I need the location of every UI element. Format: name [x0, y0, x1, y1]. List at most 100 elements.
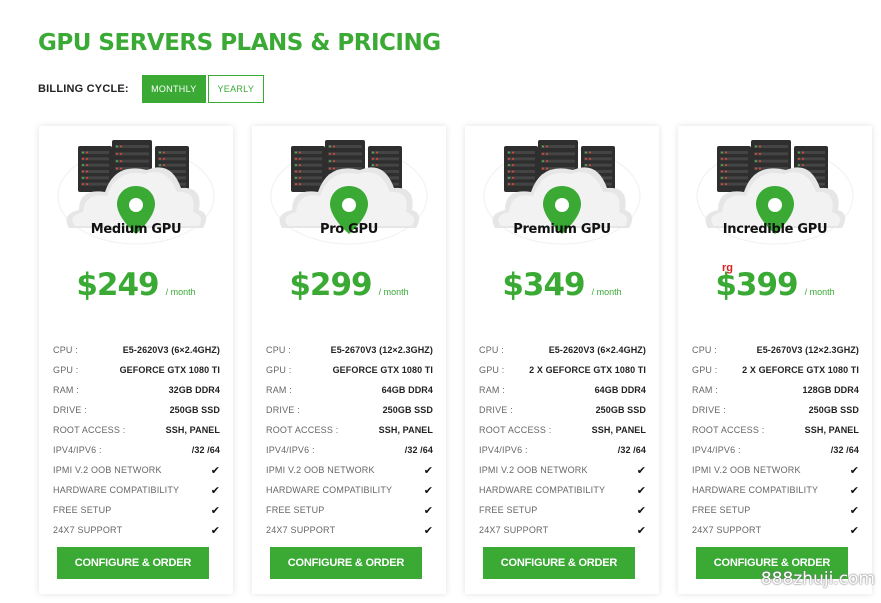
spec-row-gpu: GPU : GEFORCE GTX 1080 TI: [266, 360, 433, 380]
spec-row-hardware-compatibility: HARDWARE COMPATIBILITY ✔: [692, 480, 859, 500]
yearly-button[interactable]: YEARLY: [207, 75, 264, 103]
spec-row-ipv4-ipv6: IPV4/IPV6 : /32 /64: [266, 440, 433, 460]
spec-row-free-setup: FREE SETUP ✔: [266, 500, 433, 520]
spec-row-hardware-compatibility: HARDWARE COMPATIBILITY ✔: [479, 480, 646, 500]
spec-label: GPU :: [53, 365, 79, 375]
spec-label: 24X7 SUPPORT: [53, 525, 123, 535]
plan-card: Pro GPU $299 / month CPU : E5-2670V3 (12…: [252, 126, 446, 594]
checkmark-icon: ✔: [636, 524, 646, 537]
plan-card: Premium GPU $349 / month CPU : E5-2620V3…: [465, 126, 659, 594]
page-title: GPU SERVERS PLANS & PRICING: [38, 30, 441, 56]
spec-value: E5-2670V3 (12×2.3GHZ): [330, 345, 433, 355]
spec-label: IPV4/IPV6 :: [53, 445, 102, 455]
spec-label: IPV4/IPV6 :: [266, 445, 315, 455]
spec-row-ipmi-network: IPMI V.2 OOB NETWORK ✔: [479, 460, 646, 480]
configure-order-button[interactable]: CONFIGURE & ORDER: [57, 547, 209, 579]
spec-row-cpu: CPU : E5-2620V3 (6×2.4GHZ): [479, 340, 646, 360]
spec-value: 250GB SSD: [169, 405, 220, 415]
spec-value: E5-2670V3 (12×2.3GHZ): [756, 345, 859, 355]
spec-row-free-setup: FREE SETUP ✔: [479, 500, 646, 520]
spec-label: FREE SETUP: [692, 505, 751, 515]
spec-label: ROOT ACCESS :: [53, 425, 126, 435]
billing-cycle-label: BILLING CYCLE:: [38, 83, 129, 95]
checkmark-icon: ✔: [423, 504, 433, 517]
spec-row-hardware-compatibility: HARDWARE COMPATIBILITY ✔: [53, 480, 220, 500]
spec-label: 24X7 SUPPORT: [692, 525, 762, 535]
spec-label: IPMI V.2 OOB NETWORK: [266, 465, 375, 475]
billing-cycle-toggle: BILLING CYCLE: MONTHLY YEARLY: [38, 75, 264, 103]
checkmark-icon: ✔: [210, 504, 220, 517]
spec-row-ram: RAM : 128GB DDR4: [692, 380, 859, 400]
plan-card: Incredible GPU $399 / month CPU : E5-267…: [678, 126, 872, 594]
spec-value: /32 /64: [191, 445, 220, 455]
spec-row-cpu: CPU : E5-2670V3 (12×2.3GHZ): [266, 340, 433, 360]
spec-label: IPV4/IPV6 :: [479, 445, 528, 455]
spec-row-root-access: ROOT ACCESS : SSH, PANEL: [479, 420, 646, 440]
spec-label: ROOT ACCESS :: [266, 425, 339, 435]
overlay-mark: rg: [722, 262, 733, 274]
plan-name: Medium GPU: [90, 222, 182, 237]
configure-order-button[interactable]: CONFIGURE & ORDER: [270, 547, 422, 579]
checkmark-icon: ✔: [849, 484, 859, 497]
spec-value: GEFORCE GTX 1080 TI: [119, 365, 220, 375]
spec-label: DRIVE :: [692, 405, 726, 415]
checkmark-icon: ✔: [849, 464, 859, 477]
price-amount: $349: [502, 267, 585, 303]
price: $299 / month: [252, 267, 446, 303]
configure-order-button[interactable]: CONFIGURE & ORDER: [483, 547, 635, 579]
spec-list: CPU : E5-2670V3 (12×2.3GHZ) GPU : 2 X GE…: [692, 340, 859, 540]
checkmark-icon: ✔: [423, 524, 433, 537]
spec-label: IPMI V.2 OOB NETWORK: [53, 465, 162, 475]
spec-row-support: 24X7 SUPPORT ✔: [479, 520, 646, 540]
spec-row-hardware-compatibility: HARDWARE COMPATIBILITY ✔: [266, 480, 433, 500]
checkmark-icon: ✔: [423, 464, 433, 477]
spec-row-ipmi-network: IPMI V.2 OOB NETWORK ✔: [53, 460, 220, 480]
spec-label: 24X7 SUPPORT: [479, 525, 549, 535]
spec-value: 250GB SSD: [382, 405, 433, 415]
checkmark-icon: ✔: [636, 504, 646, 517]
spec-label: GPU :: [692, 365, 718, 375]
spec-row-root-access: ROOT ACCESS : SSH, PANEL: [53, 420, 220, 440]
spec-label: HARDWARE COMPATIBILITY: [692, 485, 819, 495]
spec-label: 24X7 SUPPORT: [266, 525, 336, 535]
spec-label: HARDWARE COMPATIBILITY: [53, 485, 180, 495]
spec-row-ram: RAM : 64GB DDR4: [266, 380, 433, 400]
spec-list: CPU : E5-2620V3 (6×2.4GHZ) GPU : 2 X GEF…: [479, 340, 646, 540]
spec-label: ROOT ACCESS :: [692, 425, 765, 435]
spec-row-ipmi-network: IPMI V.2 OOB NETWORK ✔: [692, 460, 859, 480]
spec-label: IPMI V.2 OOB NETWORK: [479, 465, 588, 475]
spec-row-ram: RAM : 32GB DDR4: [53, 380, 220, 400]
plan-name: Pro GPU: [319, 222, 379, 237]
spec-value: 32GB DDR4: [168, 385, 220, 395]
spec-label: RAM :: [266, 385, 293, 395]
plan-name: Incredible GPU: [722, 222, 828, 237]
spec-row-support: 24X7 SUPPORT ✔: [266, 520, 433, 540]
spec-value: /32 /64: [830, 445, 859, 455]
spec-label: CPU :: [53, 345, 79, 355]
spec-label: ROOT ACCESS :: [479, 425, 552, 435]
spec-row-root-access: ROOT ACCESS : SSH, PANEL: [266, 420, 433, 440]
spec-value: /32 /64: [404, 445, 433, 455]
price-amount: $249: [76, 267, 159, 303]
spec-row-ipmi-network: IPMI V.2 OOB NETWORK ✔: [266, 460, 433, 480]
spec-value: 2 X GEFORCE GTX 1080 TI: [529, 365, 646, 375]
spec-value: SSH, PANEL: [165, 425, 220, 435]
spec-label: CPU :: [692, 345, 718, 355]
spec-row-gpu: GPU : 2 X GEFORCE GTX 1080 TI: [479, 360, 646, 380]
spec-row-support: 24X7 SUPPORT ✔: [692, 520, 859, 540]
checkmark-icon: ✔: [423, 484, 433, 497]
monthly-button[interactable]: MONTHLY: [141, 75, 206, 103]
spec-row-free-setup: FREE SETUP ✔: [53, 500, 220, 520]
price-period: / month: [165, 287, 196, 297]
spec-label: DRIVE :: [53, 405, 87, 415]
spec-row-ipv4-ipv6: IPV4/IPV6 : /32 /64: [479, 440, 646, 460]
spec-row-gpu: GPU : 2 X GEFORCE GTX 1080 TI: [692, 360, 859, 380]
spec-row-free-setup: FREE SETUP ✔: [692, 500, 859, 520]
spec-label: RAM :: [479, 385, 506, 395]
checkmark-icon: ✔: [210, 484, 220, 497]
checkmark-icon: ✔: [849, 524, 859, 537]
price: $399 / month: [678, 267, 872, 303]
spec-row-drive: DRIVE : 250GB SSD: [266, 400, 433, 420]
price: $249 / month: [39, 267, 233, 303]
spec-row-cpu: CPU : E5-2620V3 (6×2.4GHZ): [53, 340, 220, 360]
